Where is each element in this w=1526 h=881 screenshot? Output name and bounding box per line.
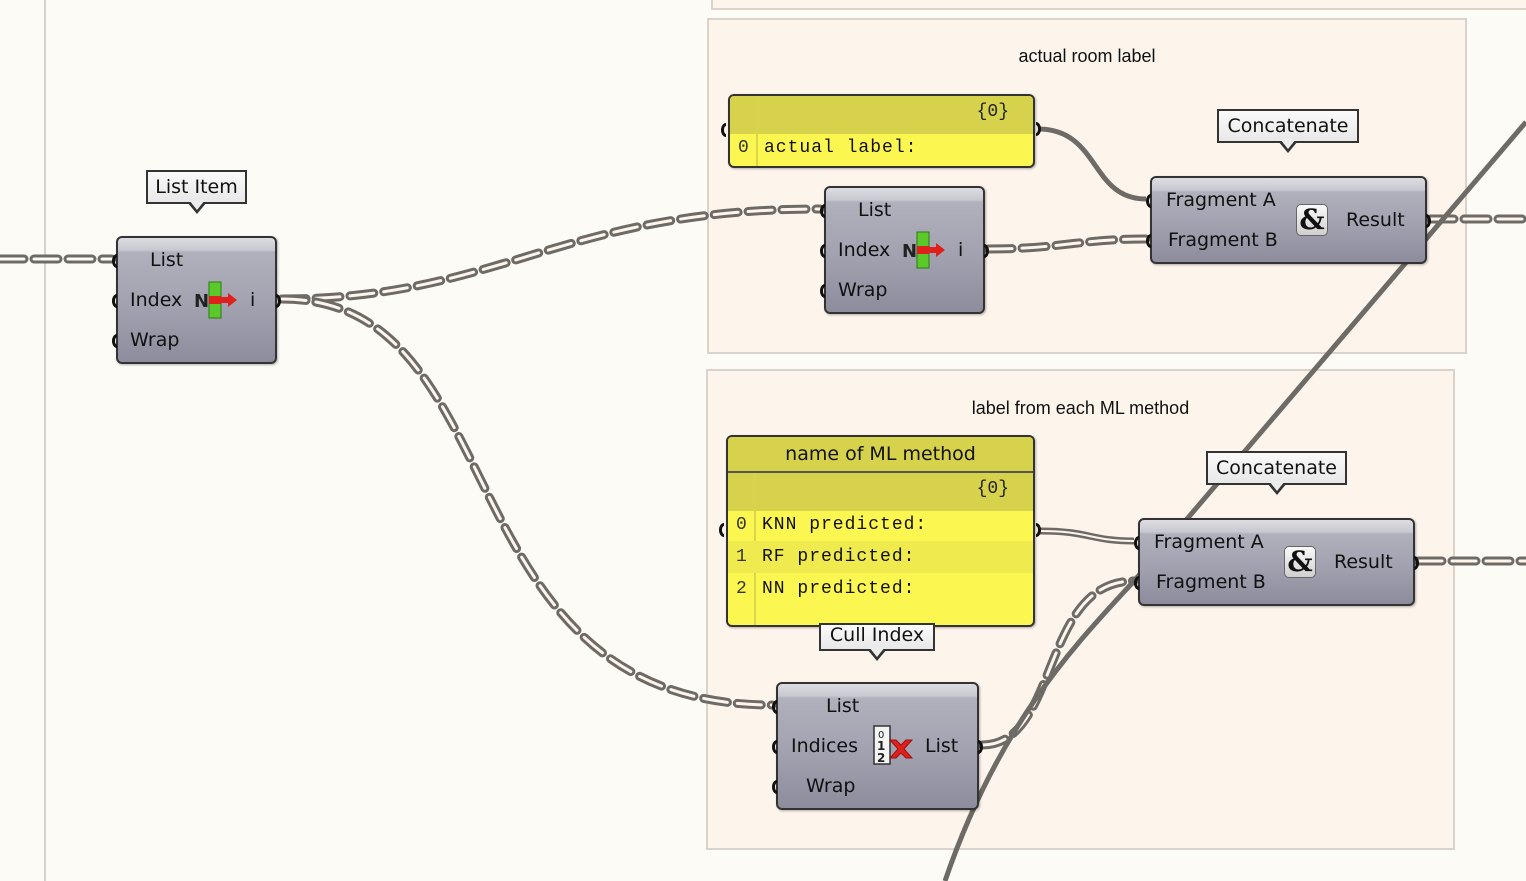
concatenate-bottom-component[interactable]: Fragment A Fragment B Result & [1134, 518, 1419, 606]
cull-index-icon: 0 1 2 [872, 724, 916, 772]
row-text: RF predicted: [762, 547, 916, 567]
concatenate-top-component[interactable]: Fragment A Fragment B Result & [1146, 176, 1431, 264]
tag-label: Cull Index [829, 624, 925, 646]
input-label-fragment-b: Fragment B [1156, 571, 1266, 593]
list-item-icon: N [194, 280, 242, 324]
input-label-fragment-b: Fragment B [1168, 229, 1278, 251]
input-grip-wrap[interactable] [772, 780, 777, 794]
output-grip-result[interactable] [1414, 556, 1419, 570]
panel-ml-method[interactable]: name of ML method {0} 0 KNN predicted: 1… [726, 435, 1035, 627]
row-index: 0 [736, 515, 747, 535]
output-grip-i[interactable] [276, 294, 281, 308]
input-grip-wrap[interactable] [112, 334, 117, 348]
output-grip-i[interactable] [984, 244, 989, 258]
list-item-component[interactable]: List Index Wrap i N [112, 236, 281, 364]
cull-index-component[interactable]: List Indices Wrap List 0 1 2 [772, 682, 983, 810]
panel-path: {0} [976, 102, 1009, 122]
ampersand-icon: & [1296, 204, 1328, 236]
input-label-list: List [858, 199, 892, 221]
canvas-divider [44, 0, 46, 881]
input-grip-list[interactable] [112, 254, 117, 268]
input-grip-fragment-b[interactable] [1146, 234, 1151, 248]
wire-listitem-to-cull[interactable] [277, 294, 777, 710]
output-label-i: i [958, 239, 964, 261]
panel-row: 2 NN predicted: [728, 573, 1033, 605]
list-item-tag: List Item [146, 170, 247, 214]
input-label-index: Index [130, 289, 183, 311]
input-grip-fragment-a[interactable] [1146, 194, 1151, 208]
panel-row: 1 RF predicted: [728, 541, 1033, 573]
concatenate-tag: Concatenate [1206, 451, 1347, 495]
group-title: label from each ML method [971, 398, 1190, 418]
tag-label: List Item [155, 176, 238, 198]
list-item-icon: N [902, 230, 950, 274]
tag-label: Concatenate [1227, 115, 1349, 137]
input-grip-fragment-a[interactable] [1134, 536, 1139, 550]
output-label-result: Result [1346, 209, 1405, 231]
input-grip-list[interactable] [820, 204, 825, 218]
row-index: 1 [736, 547, 747, 567]
input-label-index: Index [838, 239, 891, 261]
input-grip-fragment-b[interactable] [1134, 576, 1139, 590]
row-text: actual label: [764, 138, 918, 158]
input-grip-list[interactable] [772, 700, 777, 714]
panel-path: {0} [976, 479, 1009, 499]
tag-label: Concatenate [1216, 457, 1337, 479]
input-label-wrap: Wrap [806, 775, 856, 797]
concatenate-tag: Concatenate [1217, 109, 1359, 153]
input-grip-index[interactable] [820, 244, 825, 258]
row-text: NN predicted: [762, 579, 916, 599]
input-label-fragment-a: Fragment A [1154, 531, 1264, 553]
output-label-i: i [250, 289, 256, 311]
panel-title: name of ML method [728, 437, 1033, 473]
svg-text:N: N [194, 291, 209, 312]
output-grip-list[interactable] [978, 740, 983, 754]
input-label-wrap: Wrap [838, 279, 888, 301]
output-label-result: Result [1334, 551, 1393, 573]
panel-row: 0 KNN predicted: [728, 509, 1033, 541]
input-label-wrap: Wrap [130, 329, 180, 351]
output-grip-result[interactable] [1426, 214, 1431, 228]
row-text: KNN predicted: [762, 515, 928, 535]
panel-actual-label[interactable]: {0} 0 actual label: [728, 94, 1035, 168]
input-grip-wrap[interactable] [820, 284, 825, 298]
ampersand-icon: & [1284, 546, 1316, 578]
input-label-fragment-a: Fragment A [1166, 189, 1276, 211]
row-index: 0 [738, 138, 749, 158]
cull-index-tag: Cull Index [819, 623, 935, 661]
input-label-indices: Indices [791, 735, 859, 757]
svg-text:2: 2 [877, 751, 885, 765]
group-title: actual room label [1018, 46, 1156, 66]
row-index: 2 [736, 579, 747, 599]
output-label-list: List [925, 735, 959, 757]
group-top[interactable] [711, 0, 1526, 10]
svg-text:N: N [902, 241, 917, 262]
input-label-list: List [826, 695, 860, 717]
input-label-list: List [150, 249, 184, 271]
panel-row: 0 actual label: [730, 132, 1033, 164]
list-item-room-component[interactable]: List Index Wrap i N [820, 186, 989, 314]
input-grip-indices[interactable] [772, 740, 777, 754]
input-grip-index[interactable] [112, 294, 117, 308]
